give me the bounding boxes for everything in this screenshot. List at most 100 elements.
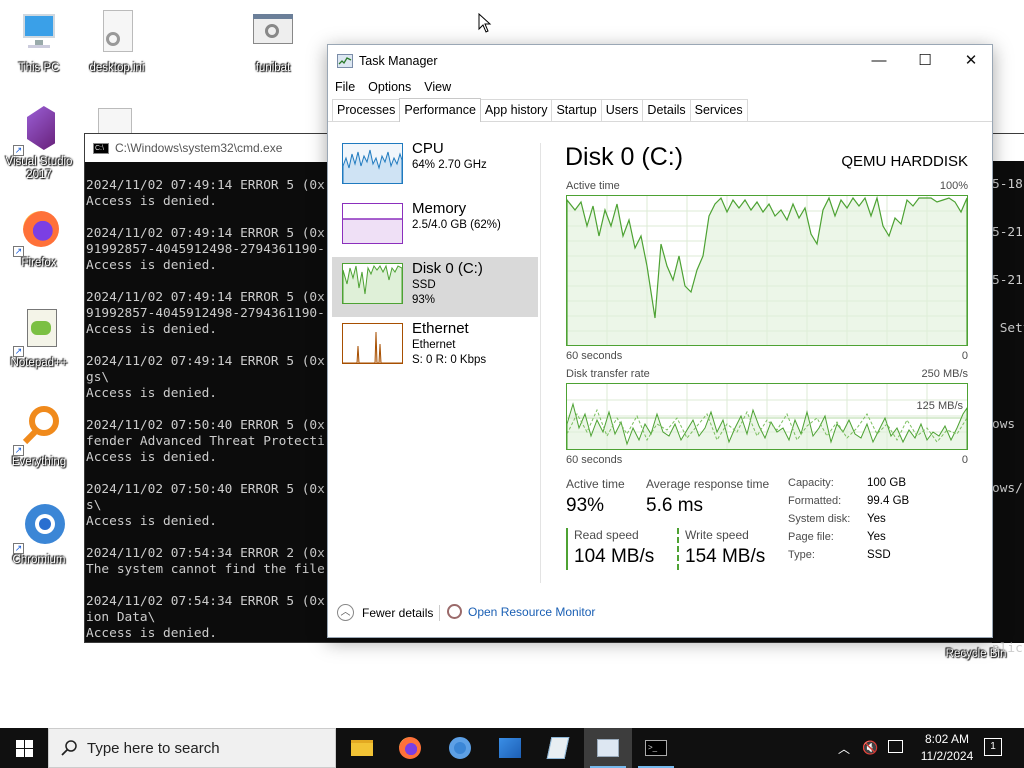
fewer-details-button[interactable]: ︿ Fewer details <box>337 604 433 621</box>
transfer-rate-graph: 125 MB/s <box>566 383 968 450</box>
chromium-icon <box>449 737 471 759</box>
notification-center-icon[interactable]: 1 <box>984 738 1002 756</box>
clock-date: 11/2/2024 <box>920 749 974 763</box>
open-resource-monitor-link[interactable]: Open Resource Monitor <box>447 604 595 619</box>
taskbar-firefox[interactable] <box>386 728 434 768</box>
taskbar-photos[interactable] <box>486 728 534 768</box>
fewer-details-label: Fewer details <box>362 605 434 620</box>
cmd-icon: >_ <box>645 740 667 756</box>
prop-value: Yes <box>867 513 886 525</box>
menu-file[interactable]: File <box>335 80 355 94</box>
graph2-axis-left: 60 seconds <box>566 454 623 466</box>
active-time-chart <box>566 195 968 345</box>
desktop-icon-notepadpp[interactable]: ↗ Notepad++ <box>3 305 75 370</box>
prop-value: SSD <box>867 549 891 561</box>
desktop-icon-firefox[interactable]: ↗ Firefox <box>3 205 75 270</box>
taskbar-search-box[interactable]: Type here to search <box>48 728 336 768</box>
desktop-icon-desktop-ini[interactable]: desktop.ini <box>81 10 153 75</box>
tab-app-history[interactable]: App history <box>479 99 553 121</box>
task-manager-icon <box>337 53 353 68</box>
prop-key: System disk: <box>788 513 851 525</box>
show-hidden-icons-chevron-icon[interactable]: ︿ <box>838 740 850 757</box>
menu-options[interactable]: Options <box>368 80 411 94</box>
prop-row-type: Type: SSD <box>788 546 968 564</box>
resource-monitor-label: Open Resource Monitor <box>468 604 596 619</box>
disk-thumbnail <box>342 263 403 304</box>
mouse-cursor-icon <box>478 13 492 33</box>
taskbar-notepad[interactable] <box>534 728 582 768</box>
notepadpp-icon: ↗ <box>13 305 63 357</box>
prop-key: Formatted: <box>788 495 842 507</box>
photos-icon <box>499 738 521 758</box>
network-icon[interactable] <box>888 740 903 753</box>
prop-value: 100 GB <box>867 477 906 489</box>
folder-icon <box>351 740 373 756</box>
graph-axis-right: 0 <box>961 350 968 362</box>
cmd-output-right-edge: 5-18 5-21- 5-21- Sett ows ows/ plic <box>992 161 1024 656</box>
tab-processes[interactable]: Processes <box>332 99 401 121</box>
memory-thumbnail <box>342 203 403 244</box>
disk-model: QEMU HARDDISK <box>841 153 968 170</box>
clock-time: 8:02 AM <box>924 732 970 746</box>
tab-users[interactable]: Users <box>600 99 644 121</box>
active-time-stat: 93% <box>566 495 605 516</box>
taskbar-cmd[interactable]: >_ <box>632 728 680 768</box>
tab-services[interactable]: Services <box>689 99 748 121</box>
desktop-icon-label: Everything <box>11 456 67 468</box>
visual-studio-icon: ↗ <box>13 104 63 156</box>
menu-bar: File Options View <box>328 76 992 98</box>
prop-row-formatted: Formatted: 99.4 GB <box>788 492 968 510</box>
system-clock[interactable]: 8:02 AM 11/2/2024 <box>912 731 982 765</box>
task-manager-window[interactable]: Task Manager — ☐ ✕ File Options View Pro… <box>327 44 993 638</box>
write-speed-marker <box>677 528 679 570</box>
desktop-icon-label: Firefox <box>21 257 57 269</box>
resource-ethernet[interactable]: Ethernet Ethernet S: 0 R: 0 Kbps <box>332 317 538 377</box>
desktop-icon-this-pc[interactable]: This PC <box>3 10 75 75</box>
cmd-icon: C:\ <box>93 142 109 154</box>
prop-key: Type: <box>788 549 815 561</box>
resource-memory[interactable]: Memory 2.5/4.0 GB (62%) <box>332 197 538 257</box>
resource-disk-0[interactable]: Disk 0 (C:) SSD 93% <box>332 257 538 317</box>
firefox-icon <box>399 737 421 759</box>
prop-value: 99.4 GB <box>867 495 910 507</box>
notification-count: 1 <box>990 741 996 752</box>
firefox-icon: ↗ <box>13 205 63 257</box>
resource-list: CPU 64% 2.70 GHz Memory 2.5/4.0 GB (62%)… <box>332 137 538 377</box>
taskbar-file-explorer[interactable] <box>338 728 386 768</box>
tab-startup[interactable]: Startup <box>551 99 602 121</box>
read-speed-label: Read speed <box>574 528 639 542</box>
tab-details[interactable]: Details <box>642 99 691 121</box>
resource-name: CPU <box>412 140 444 157</box>
window-title: Task Manager <box>359 53 438 68</box>
start-button[interactable] <box>0 728 48 768</box>
active-time-graph-max: 100% <box>939 180 968 192</box>
desktop-icon-visual-studio[interactable]: ↗ Visual Studio 2017 <box>3 104 75 182</box>
desktop-icon-label: Chromium <box>12 554 66 566</box>
everything-search-icon: ↗ <box>13 404 63 456</box>
desktop-icon-label: desktop.ini <box>89 62 145 74</box>
batch-file-icon <box>249 10 297 58</box>
close-button[interactable]: ✕ <box>948 45 994 76</box>
desktop-icon-everything[interactable]: ↗ Everything <box>3 404 75 469</box>
cmd-output-right: 5-18 5-21- 5-21- Sett ows ows/ plic <box>992 177 1024 656</box>
prop-row-capacity: Capacity: 100 GB <box>788 474 968 492</box>
resource-cpu[interactable]: CPU 64% 2.70 GHz <box>332 137 538 197</box>
resource-sub: 93% <box>412 294 436 306</box>
cpu-thumbnail <box>342 143 403 184</box>
resource-name: Memory <box>412 200 467 217</box>
menu-view[interactable]: View <box>424 80 451 94</box>
computer-icon <box>15 10 63 58</box>
desktop-icon-chromium[interactable]: ↗ Chromium <box>3 502 75 567</box>
footer-divider <box>439 605 440 621</box>
maximize-button[interactable]: ☐ <box>902 45 948 76</box>
volume-muted-icon[interactable]: 🔇 <box>862 740 878 756</box>
taskbar-chromium[interactable] <box>436 728 484 768</box>
chevron-up-icon: ︿ <box>337 604 354 621</box>
resource-sub: 64% 2.70 GHz <box>412 159 487 171</box>
tab-performance[interactable]: Performance <box>399 98 481 122</box>
prop-value: Yes <box>867 531 886 543</box>
taskbar-task-manager[interactable] <box>584 728 632 768</box>
minimize-button[interactable]: — <box>856 45 902 76</box>
avg-response-stat: 5.6 ms <box>646 495 704 516</box>
desktop-icon-funibat[interactable]: funibat <box>237 10 309 75</box>
